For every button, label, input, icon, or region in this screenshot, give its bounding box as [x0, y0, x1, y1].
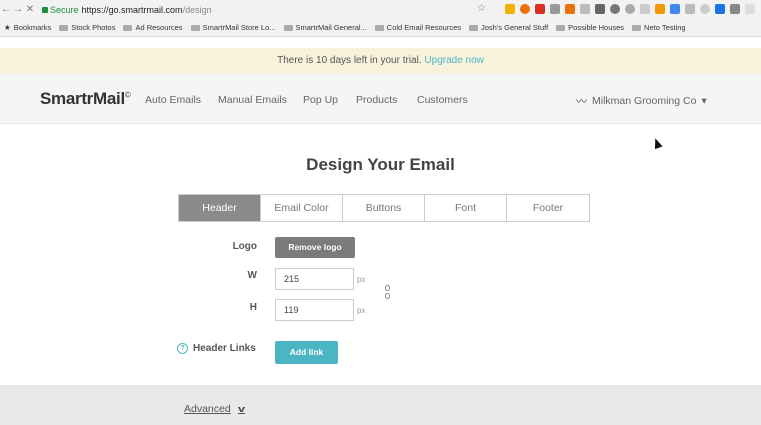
- smartrmail-logo[interactable]: SmartrMail©: [40, 89, 131, 109]
- bookmarks-menu[interactable]: ★ Bookmarks: [4, 23, 51, 32]
- extension-icon[interactable]: [640, 4, 650, 14]
- url-path[interactable]: /design: [183, 5, 212, 15]
- secure-indicator[interactable]: Secure: [42, 5, 79, 15]
- mouse-cursor-icon: [651, 136, 663, 150]
- folder-icon: [469, 24, 478, 31]
- nav-manual-emails[interactable]: Manual Emails: [218, 94, 287, 106]
- aspect-ratio-link-icon[interactable]: [384, 285, 390, 301]
- tab-header[interactable]: Header: [179, 195, 261, 221]
- folder-icon: [190, 24, 200, 31]
- app-header: SmartrMail© Auto Emails Manual Emails Po…: [0, 74, 761, 124]
- extension-icon[interactable]: [505, 4, 515, 14]
- tab-footer[interactable]: Footer: [507, 195, 589, 221]
- extension-icon[interactable]: [745, 4, 755, 14]
- extension-icon[interactable]: [595, 4, 605, 14]
- extension-icon[interactable]: [520, 4, 530, 14]
- account-menu[interactable]: 〰 Milkman Grooming Co ▾: [576, 93, 707, 109]
- width-input[interactable]: [275, 268, 354, 290]
- close-icon[interactable]: ✕: [24, 4, 36, 15]
- bookmark-folder[interactable]: Stock Photos: [59, 23, 115, 32]
- bookmark-label: Possible Houses: [568, 23, 625, 32]
- extension-icon[interactable]: [715, 4, 725, 14]
- extension-icon[interactable]: [655, 4, 665, 14]
- bookmark-star-icon[interactable]: ☆: [477, 3, 486, 14]
- bookmarks-bar: ★ Bookmarks Stock Photos Ad Resources Sma…: [0, 19, 761, 37]
- nav-products[interactable]: Products: [356, 94, 397, 106]
- logo-label: Logo: [232, 241, 257, 252]
- extension-icon[interactable]: [700, 4, 710, 14]
- back-icon[interactable]: ←: [0, 4, 12, 15]
- bookmark-folder[interactable]: Cold Email Resources: [374, 23, 461, 32]
- remove-logo-button[interactable]: Remove logo: [275, 237, 355, 258]
- add-link-button[interactable]: Add link: [275, 341, 338, 364]
- height-label: H: [249, 302, 257, 313]
- bookmark-label: Stock Photos: [71, 23, 116, 32]
- extension-icon[interactable]: [610, 4, 620, 14]
- secure-label: Secure: [50, 4, 79, 15]
- chevron-down-icon: v: [237, 404, 245, 414]
- folder-icon: [632, 24, 642, 31]
- forward-icon[interactable]: →: [12, 4, 24, 15]
- folder-icon: [374, 24, 384, 31]
- extension-icon[interactable]: [685, 4, 695, 14]
- folder-icon: [123, 24, 133, 31]
- trial-banner: There is 10 days left in your trial. Upg…: [0, 48, 761, 74]
- page-title: Design Your Email: [306, 155, 455, 174]
- extension-icon[interactable]: [550, 4, 560, 14]
- folder-icon: [283, 24, 293, 31]
- width-label: W: [247, 270, 257, 281]
- design-tabs: Header Email Color Buttons Font Footer: [178, 194, 590, 222]
- advanced-toggle[interactable]: Advanced v: [184, 403, 245, 415]
- advanced-section: [0, 385, 761, 425]
- upgrade-link[interactable]: Upgrade now: [424, 55, 483, 66]
- extension-icon[interactable]: [625, 4, 635, 14]
- star-icon: ★: [4, 23, 11, 32]
- logo-text: SmartrMail: [40, 89, 125, 108]
- browser-address-bar: ← → ✕ Secure https://go.smartrmail.com /…: [0, 0, 761, 19]
- tab-font[interactable]: Font: [425, 195, 507, 221]
- store-logo-icon: 〰: [576, 96, 587, 108]
- extension-icon[interactable]: [670, 4, 680, 14]
- folder-icon: [59, 24, 69, 31]
- trial-message: There is 10 days left in your trial.: [277, 55, 422, 66]
- folder-icon: [556, 24, 566, 31]
- tab-buttons[interactable]: Buttons: [343, 195, 425, 221]
- bookmark-label: Bookmarks: [13, 23, 52, 32]
- extension-icon[interactable]: [580, 4, 590, 14]
- bookmark-label: SmartrMail General...: [295, 23, 367, 32]
- bookmark-folder[interactable]: Neto Testing: [632, 23, 686, 32]
- bookmark-folder[interactable]: SmartrMail Store Lo...: [190, 23, 276, 32]
- extension-icons: [505, 4, 755, 14]
- nav-customers[interactable]: Customers: [417, 94, 468, 106]
- extension-icon[interactable]: [565, 4, 575, 14]
- account-name: Milkman Grooming Co: [592, 95, 697, 107]
- bookmark-label: Neto Testing: [644, 23, 686, 32]
- url-host[interactable]: https://go.smartrmail.com: [82, 5, 183, 15]
- bookmark-folder[interactable]: Josh's General Stuff: [469, 23, 548, 32]
- help-icon[interactable]: ?: [177, 343, 188, 354]
- logo-mark: ©: [124, 90, 131, 100]
- bookmark-folder[interactable]: Possible Houses: [556, 23, 624, 32]
- bookmark-folder[interactable]: Ad Resources: [123, 23, 183, 32]
- bookmark-label: Ad Resources: [135, 23, 183, 32]
- nav-auto-emails[interactable]: Auto Emails: [145, 94, 201, 106]
- height-unit: px: [357, 306, 366, 315]
- bookmark-label: Josh's General Stuff: [481, 23, 549, 32]
- width-unit: px: [357, 275, 366, 284]
- bookmark-label: Cold Email Resources: [386, 23, 461, 32]
- header-links-row: ? Header Links: [177, 343, 256, 354]
- advanced-label: Advanced: [184, 403, 231, 415]
- tab-email-color[interactable]: Email Color: [261, 195, 343, 221]
- bookmark-label: SmartrMail Store Lo...: [202, 23, 276, 32]
- header-links-label: Header Links: [193, 343, 256, 354]
- nav-pop-up[interactable]: Pop Up: [303, 94, 338, 106]
- bookmark-folder[interactable]: SmartrMail General...: [283, 23, 367, 32]
- height-input[interactable]: [275, 299, 354, 321]
- extension-icon[interactable]: [730, 4, 740, 14]
- lock-icon: [42, 6, 48, 13]
- extension-icon[interactable]: [535, 4, 545, 14]
- chevron-down-icon: ▾: [701, 95, 707, 107]
